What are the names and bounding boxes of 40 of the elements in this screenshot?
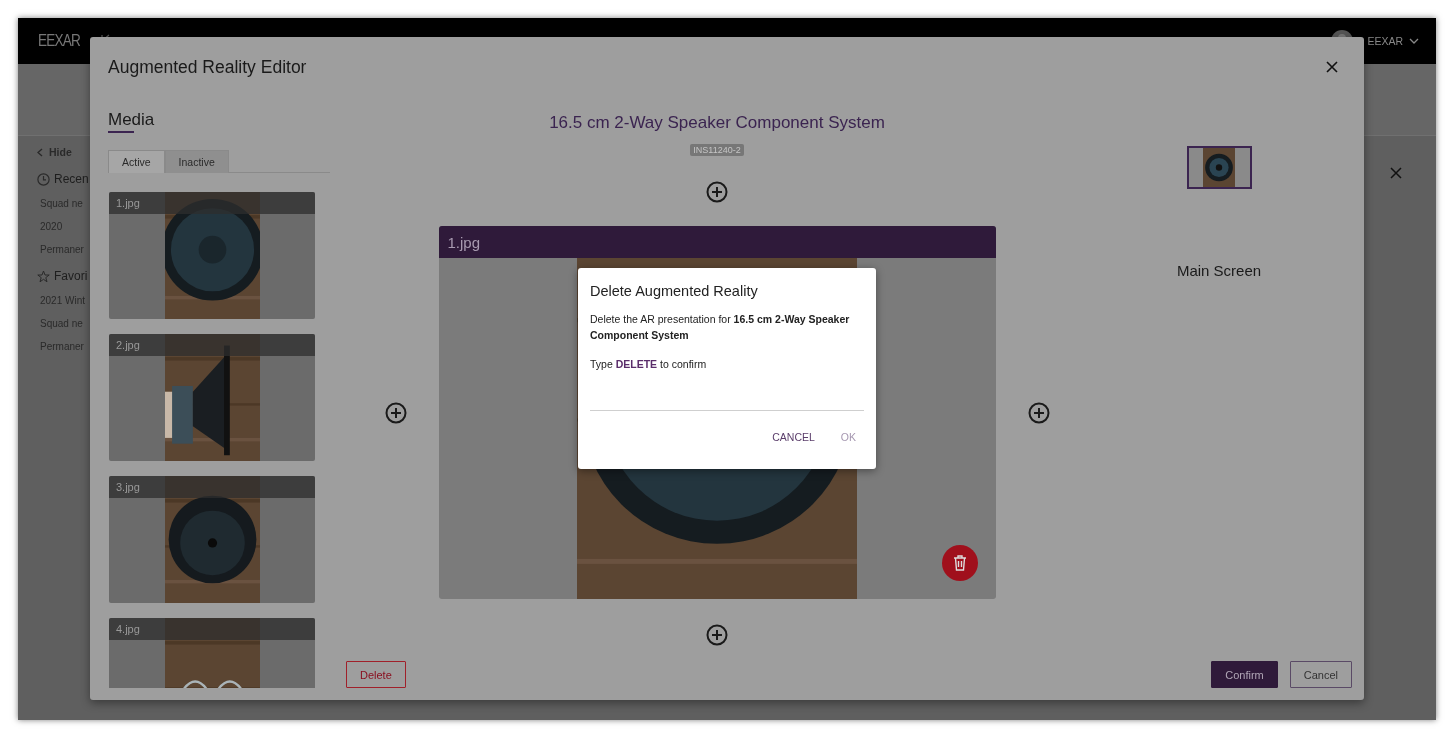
close-icon[interactable] xyxy=(1390,167,1402,179)
chevron-left-icon xyxy=(37,147,43,157)
delete-button[interactable]: Delete xyxy=(346,661,406,688)
media-card[interactable]: 4.jpg xyxy=(109,618,315,688)
product-code: INS11240-2 xyxy=(690,144,744,156)
add-icon[interactable] xyxy=(1027,401,1050,424)
close-icon[interactable] xyxy=(1326,61,1338,73)
dialog-prompt: Type DELETE to confirm xyxy=(590,358,708,370)
add-icon[interactable] xyxy=(706,624,728,646)
trash-icon xyxy=(952,555,967,571)
file-name: 1.jpg xyxy=(447,233,481,251)
section-heading: Media xyxy=(108,110,155,133)
file-name: 2.jpg xyxy=(109,334,315,356)
star-icon xyxy=(37,269,50,283)
file-name: 4.jpg xyxy=(109,618,315,640)
modal-title: Augmented Reality Editor xyxy=(108,56,307,78)
section-title: Favori xyxy=(54,269,88,283)
media-card[interactable]: 3.jpg xyxy=(109,476,315,603)
user-name[interactable]: EEXAR xyxy=(1367,35,1403,47)
confirm-button[interactable]: Confirm xyxy=(1211,661,1278,688)
tab[interactable]: Inactive xyxy=(164,150,229,173)
product-title: 16.5 cm 2-Way Speaker Component System xyxy=(549,113,885,133)
dialog-title: Delete Augmented Reality xyxy=(590,283,759,299)
media-card[interactable]: 2.jpg xyxy=(109,334,315,461)
screen-label: Main Screen xyxy=(1176,262,1262,279)
tab[interactable]: Active xyxy=(108,150,165,173)
add-icon[interactable] xyxy=(706,181,728,203)
screen-thumbnail[interactable] xyxy=(1186,146,1252,189)
chevron-down-icon[interactable] xyxy=(1409,38,1419,44)
logo[interactable]: EEXAR xyxy=(38,31,81,51)
clock-icon xyxy=(37,172,50,186)
file-name: 3.jpg xyxy=(109,476,315,498)
dialog-message: Delete the AR presentation for 16.5 cm 2-Way Speaker Component System xyxy=(590,312,851,343)
section-title: Recen xyxy=(54,172,89,186)
add-icon[interactable] xyxy=(384,401,407,424)
delete-button[interactable] xyxy=(941,545,978,581)
media-card[interactable]: 1.jpg xyxy=(109,192,315,319)
dialog-button[interactable]: CANCEL xyxy=(764,427,823,447)
cancel-button[interactable]: Cancel xyxy=(1289,661,1352,688)
file-name: 1.jpg xyxy=(109,192,315,214)
